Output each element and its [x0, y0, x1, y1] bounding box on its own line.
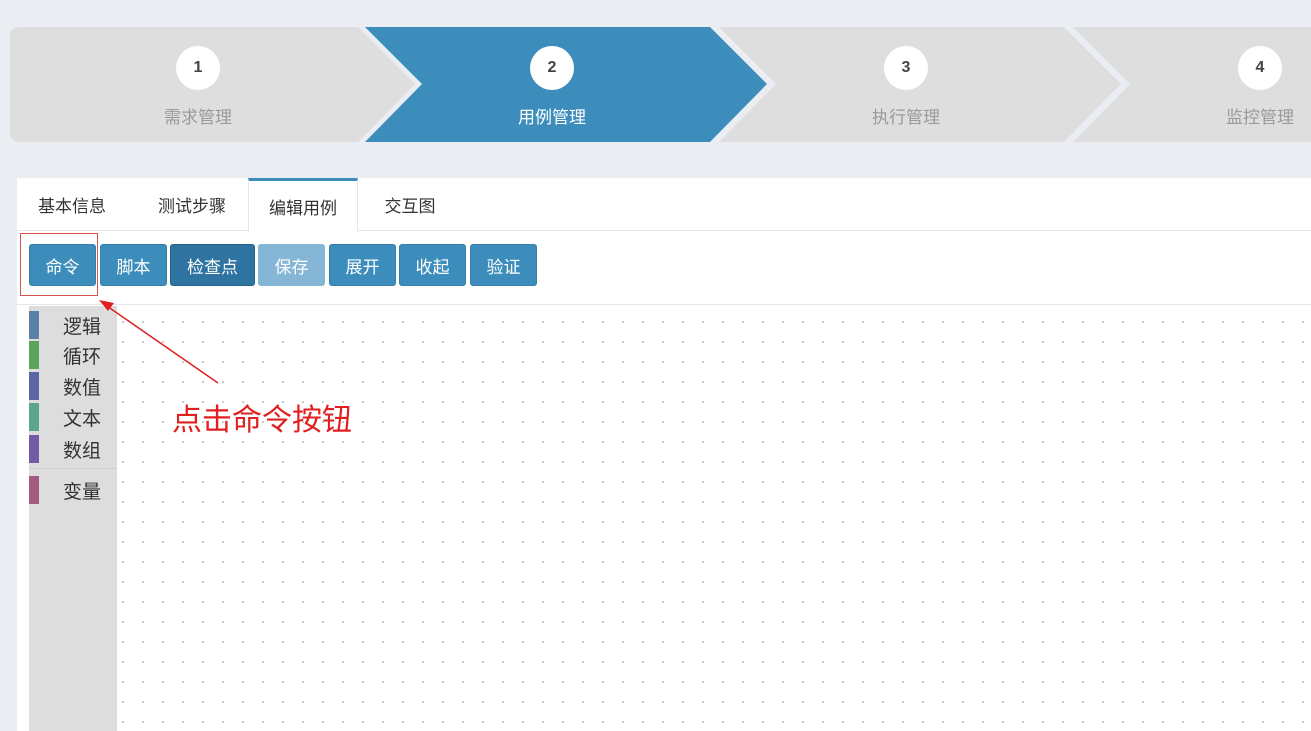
block-workspace[interactable]: 逻辑 循环 数值 文本 数组 变量: [29, 306, 1311, 731]
main-panel: 基本信息 测试步骤 编辑用例 交互图 命令 脚本 检查点 保存 展开 收起 验证…: [17, 178, 1311, 731]
toolbar: 命令 脚本 检查点 保存 展开 收起 验证: [17, 231, 1311, 305]
step-monitoring[interactable]: 4 监控管理: [1140, 27, 1311, 142]
collapse-button[interactable]: 收起: [399, 244, 466, 286]
category-math[interactable]: 数值: [29, 372, 117, 400]
step-test-cases[interactable]: 2 用例管理: [432, 27, 672, 142]
category-label: 循环: [63, 345, 102, 368]
category-color-swatch: [29, 403, 39, 431]
checkpoint-button[interactable]: 检查点: [170, 244, 255, 286]
tab-interaction-diagram[interactable]: 交互图: [367, 178, 453, 231]
category-color-swatch: [29, 341, 39, 369]
category-label: 逻辑: [63, 315, 102, 338]
category-color-swatch: [29, 435, 39, 463]
tab-test-steps[interactable]: 测试步骤: [137, 178, 247, 231]
step-number: 2: [530, 46, 574, 90]
step-label: 需求管理: [164, 108, 232, 128]
category-color-swatch: [29, 372, 39, 400]
category-divider: [29, 468, 117, 469]
category-label: 数值: [63, 376, 102, 399]
category-variable[interactable]: 变量: [29, 476, 117, 504]
step-number: 3: [884, 46, 928, 90]
category-text[interactable]: 文本: [29, 403, 117, 431]
step-label: 用例管理: [518, 108, 586, 128]
save-button[interactable]: 保存: [258, 244, 325, 286]
steps-wizard: 1 需求管理 2 用例管理 3 执行管理 4 监控管理: [10, 27, 1311, 142]
category-label: 数组: [63, 439, 102, 462]
annotation-text: 点击命令按钮: [172, 403, 352, 438]
script-button[interactable]: 脚本: [100, 244, 167, 286]
category-label: 变量: [63, 480, 102, 503]
step-label: 监控管理: [1226, 108, 1294, 128]
category-label: 文本: [63, 407, 102, 430]
category-loop[interactable]: 循环: [29, 341, 117, 369]
step-execution[interactable]: 3 执行管理: [786, 27, 1026, 142]
step-label: 执行管理: [872, 108, 940, 128]
step-requirements[interactable]: 1 需求管理: [78, 27, 318, 142]
verify-button[interactable]: 验证: [470, 244, 537, 286]
category-array[interactable]: 数组: [29, 435, 117, 463]
expand-button[interactable]: 展开: [329, 244, 396, 286]
step-number: 1: [176, 46, 220, 90]
tab-bar: 基本信息 测试步骤 编辑用例 交互图: [17, 178, 1311, 232]
step-number: 4: [1238, 46, 1282, 90]
category-color-swatch: [29, 311, 39, 339]
tab-edit-case[interactable]: 编辑用例: [248, 178, 358, 232]
category-color-swatch: [29, 476, 39, 504]
tab-basic-info[interactable]: 基本信息: [17, 178, 127, 231]
command-button[interactable]: 命令: [29, 244, 96, 286]
block-category-toolbox: 逻辑 循环 数值 文本 数组 变量: [29, 306, 117, 731]
category-logic[interactable]: 逻辑: [29, 311, 117, 339]
